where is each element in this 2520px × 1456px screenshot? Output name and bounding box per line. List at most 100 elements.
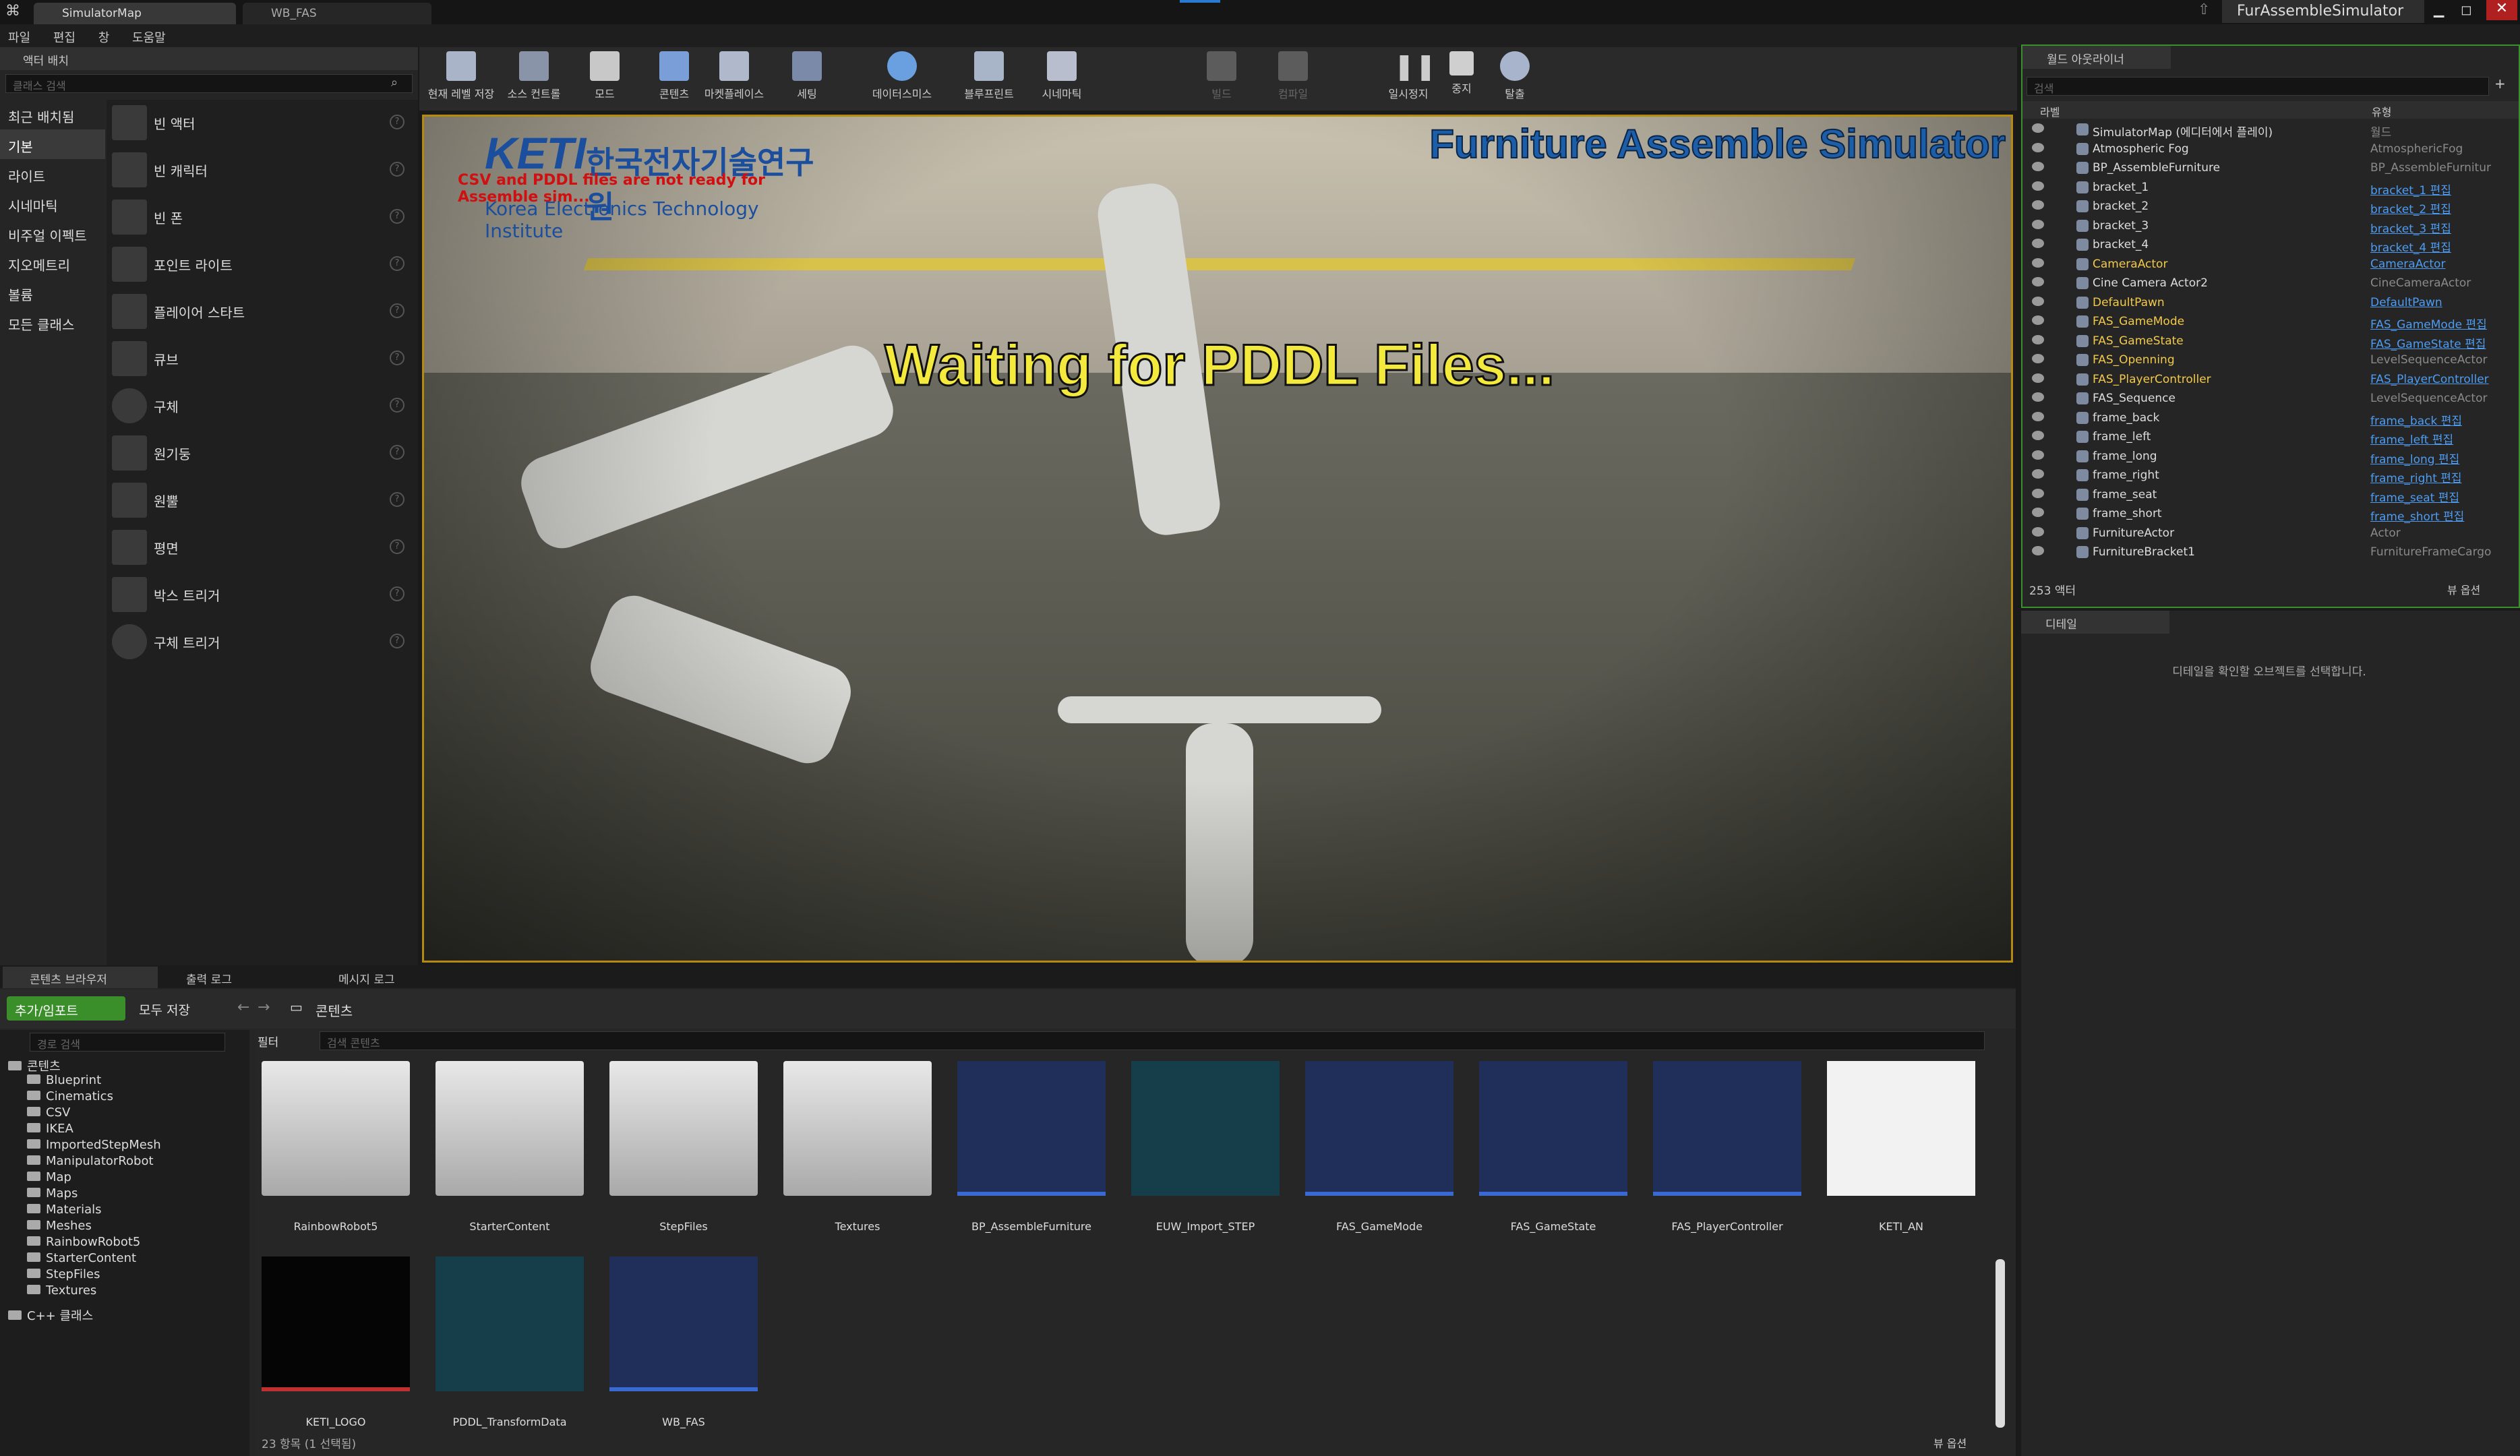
type-column-header[interactable]: 유형 — [2372, 103, 2391, 119]
visibility-eye-icon[interactable] — [2032, 181, 2044, 191]
visibility-eye-icon[interactable] — [2032, 334, 2044, 344]
visibility-eye-icon[interactable] — [2032, 373, 2044, 383]
tab-output-log[interactable]: 출력 로그 — [162, 967, 303, 988]
folder-item[interactable]: Blueprint — [27, 1073, 101, 1087]
folder-item[interactable]: Cinematics — [27, 1089, 113, 1103]
folder-item[interactable]: Textures — [27, 1283, 96, 1298]
asset-tile[interactable]: FAS_PlayerController — [1646, 1053, 1801, 1255]
visibility-eye-icon[interactable] — [2032, 219, 2044, 229]
asset-tile[interactable]: PDDL_TransformData — [429, 1248, 584, 1451]
visibility-eye-icon[interactable] — [2032, 411, 2044, 421]
outliner-row[interactable]: BP_AssembleFurniture BP_AssembleFurnitur — [2022, 158, 2508, 177]
tab-content-browser[interactable]: 콘텐츠 브라우저 — [3, 967, 158, 988]
help-icon[interactable]: ? — [390, 303, 404, 318]
asset-search-input[interactable]: 검색 콘텐츠 — [320, 1031, 1985, 1050]
asset-tile[interactable]: Textures — [777, 1053, 932, 1255]
outliner-row[interactable]: bracket_4 bracket_4 편집 — [2022, 235, 2508, 255]
actor-item[interactable]: 빈 폰? — [107, 194, 417, 241]
help-icon[interactable]: ? — [390, 209, 404, 224]
source-control-icon[interactable]: ⇧ — [2198, 1, 2218, 22]
asset-tile[interactable]: BP_AssembleFurniture — [951, 1053, 1106, 1255]
folder-item[interactable]: C++ 클래스 — [8, 1306, 93, 1324]
menu-file[interactable]: 파일 — [8, 28, 30, 46]
back-arrow-icon[interactable]: ← — [237, 999, 249, 1016]
game-viewport[interactable]: KETI 한국전자기술연구원 CSV and PDDL files are no… — [422, 115, 2013, 963]
visibility-eye-icon[interactable] — [2032, 431, 2044, 440]
visibility-eye-icon[interactable] — [2032, 526, 2044, 537]
asset-tile[interactable]: WB_FAS — [603, 1248, 758, 1451]
datasmith-button[interactable]: 데이터스미스 — [862, 51, 942, 101]
outliner-search-input[interactable]: 검색 — [2027, 77, 2489, 96]
outliner-row[interactable]: Cine Camera Actor2 CineCameraActor — [2022, 274, 2508, 293]
help-icon[interactable]: ? — [390, 256, 404, 271]
help-icon[interactable]: ? — [390, 492, 404, 507]
outliner-row[interactable]: bracket_1 bracket_1 편집 — [2022, 178, 2508, 198]
outliner-row[interactable]: FAS_GameState FAS_GameState 편집 — [2022, 332, 2508, 351]
outliner-row[interactable]: SimulatorMap (에디터에서 플레이) 월드 — [2022, 120, 2508, 140]
actor-item[interactable]: 원뿔? — [107, 477, 417, 524]
visibility-eye-icon[interactable] — [2032, 257, 2044, 268]
visibility-eye-icon[interactable] — [2032, 142, 2044, 152]
actor-item[interactable]: 구체? — [107, 383, 417, 430]
folder-item[interactable]: CSV — [27, 1105, 70, 1120]
folder-item[interactable]: StepFiles — [27, 1267, 100, 1281]
outliner-row[interactable]: DefaultPawn DefaultPawn — [2022, 293, 2508, 312]
modes-button[interactable]: 모드 — [581, 51, 628, 101]
visibility-eye-icon[interactable] — [2032, 508, 2044, 517]
stop-button[interactable]: 중지 — [1441, 51, 1482, 96]
visibility-eye-icon[interactable] — [2032, 277, 2044, 286]
visibility-eye-icon[interactable] — [2032, 200, 2044, 210]
category-recent[interactable]: 최근 배치됨 — [0, 100, 105, 129]
visibility-eye-icon[interactable] — [2032, 123, 2044, 133]
compile-button[interactable]: 컴파일 — [1266, 51, 1320, 101]
help-icon[interactable]: ? — [390, 445, 404, 460]
visibility-eye-icon[interactable] — [2032, 162, 2044, 171]
window-minimize-button[interactable]: ▁ — [2434, 1, 2444, 18]
asset-tile[interactable]: RainbowRobot5 — [255, 1053, 410, 1255]
cinematics-button[interactable]: 시네마틱 — [1031, 51, 1092, 101]
outliner-row[interactable]: FAS_Sequence LevelSequenceActor — [2022, 389, 2508, 408]
settings-button[interactable]: 세팅 — [783, 51, 831, 101]
folder-item[interactable]: IKEA — [27, 1122, 73, 1136]
outliner-row[interactable]: bracket_2 bracket_2 편집 — [2022, 197, 2508, 216]
visibility-eye-icon[interactable] — [2032, 296, 2044, 306]
blueprints-button[interactable]: 블루프린트 — [952, 51, 1026, 101]
filters-button[interactable]: 필터 — [258, 1033, 278, 1050]
help-icon[interactable]: ? — [390, 539, 404, 554]
asset-scrollbar[interactable] — [1996, 1259, 2005, 1428]
outliner-row[interactable]: Atmospheric Fog AtmosphericFog — [2022, 140, 2508, 158]
path-breadcrumb[interactable]: 콘텐츠 — [316, 1000, 353, 1020]
category-visual-effects[interactable]: 비주얼 이펙트 — [0, 218, 105, 248]
help-icon[interactable]: ? — [390, 634, 404, 648]
menu-edit[interactable]: 편집 — [53, 28, 76, 46]
visibility-eye-icon[interactable] — [2032, 450, 2044, 460]
asset-tile[interactable]: KETI_AN — [1820, 1053, 1975, 1255]
outliner-row[interactable]: frame_long frame_long 편집 — [2022, 447, 2508, 466]
category-basic[interactable]: 기본 — [0, 129, 105, 159]
asset-tile[interactable]: FAS_GameState — [1472, 1053, 1627, 1255]
world-outliner-tab[interactable]: 월드 아웃라이너 — [2022, 46, 2171, 69]
actor-item[interactable]: 빈 캐릭터? — [107, 147, 417, 194]
visibility-eye-icon[interactable] — [2032, 546, 2044, 555]
asset-tile[interactable]: StepFiles — [603, 1053, 758, 1255]
tab-wb-fas[interactable]: WB_FAS — [243, 3, 431, 24]
asset-tile[interactable]: StarterContent — [429, 1053, 584, 1255]
build-button[interactable]: 빌드 — [1201, 51, 1242, 101]
category-cinematic[interactable]: 시네마틱 — [0, 189, 105, 218]
actor-item[interactable]: 플레이어 스타트? — [107, 289, 417, 336]
actor-item[interactable]: 평면? — [107, 524, 417, 572]
help-icon[interactable]: ? — [390, 586, 404, 601]
folder-item[interactable]: Maps — [27, 1186, 78, 1201]
menu-window[interactable]: 창 — [98, 28, 110, 46]
actor-item[interactable]: 원기둥? — [107, 430, 417, 477]
view-options-button[interactable]: 뷰 옵션 — [2447, 581, 2480, 597]
outliner-row[interactable]: FurnitureBracket1 FurnitureFrameCargo — [2022, 543, 2508, 562]
marketplace-button[interactable]: 마켓플레이스 — [697, 51, 771, 101]
actor-item[interactable]: 큐브? — [107, 336, 417, 383]
actor-item[interactable]: 빈 액터? — [107, 100, 417, 147]
details-tab[interactable]: 디테일 — [2021, 611, 2169, 634]
folder-item[interactable]: StarterContent — [27, 1251, 136, 1265]
add-folder-icon[interactable]: + — [2494, 75, 2506, 92]
category-volumes[interactable]: 볼륨 — [0, 278, 105, 307]
eject-button[interactable]: 탈출 — [1491, 51, 1538, 101]
